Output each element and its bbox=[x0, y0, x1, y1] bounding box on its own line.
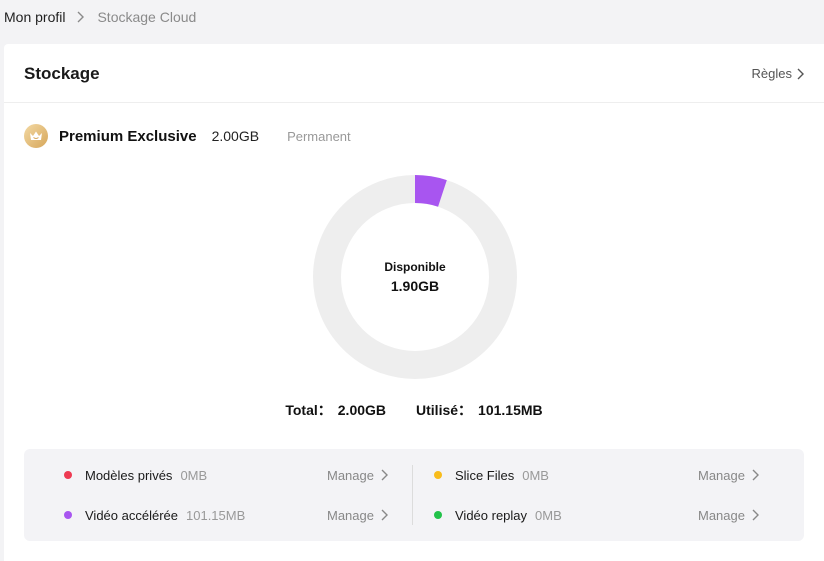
category-size: 0MB bbox=[180, 467, 208, 483]
status-dot bbox=[434, 511, 442, 519]
category-panel: Modèles privés 0MB Manage Vidéo accéléré… bbox=[24, 449, 804, 541]
total-label: Total： bbox=[285, 402, 332, 418]
available-label: Disponible bbox=[384, 260, 446, 274]
chevron-right-icon bbox=[71, 8, 89, 26]
plan-type: Permanent bbox=[287, 128, 351, 144]
manage-label: Manage bbox=[327, 507, 374, 523]
category-name: Vidéo replay bbox=[455, 507, 528, 523]
plan-size: 2.00GB bbox=[211, 128, 260, 144]
panel-divider bbox=[412, 465, 413, 525]
breadcrumb-mon-profil[interactable]: Mon profil bbox=[4, 9, 65, 25]
category-name: Slice Files bbox=[455, 467, 515, 483]
crown-icon bbox=[24, 124, 48, 148]
manage-video-replay-button[interactable]: Manage bbox=[698, 505, 759, 525]
storage-donut-chart: Disponible 1.90GB bbox=[312, 174, 518, 380]
chevron-right-icon bbox=[797, 68, 804, 79]
chevron-right-icon bbox=[381, 469, 388, 481]
chevron-right-icon bbox=[381, 509, 388, 521]
category-size: 101.15MB bbox=[186, 507, 246, 523]
available-value: 1.90GB bbox=[390, 278, 440, 294]
total-value: 2.00GB bbox=[337, 402, 387, 418]
plan-name: Premium Exclusive bbox=[59, 127, 197, 145]
page-title: Stockage bbox=[24, 64, 100, 83]
chevron-right-icon bbox=[752, 469, 759, 481]
status-dot bbox=[64, 471, 72, 479]
manage-label: Manage bbox=[698, 467, 745, 483]
chevron-right-icon bbox=[752, 509, 759, 521]
breadcrumb: Mon profil Stockage Cloud bbox=[4, 8, 196, 26]
manage-label: Manage bbox=[698, 507, 745, 523]
manage-label: Manage bbox=[327, 467, 374, 483]
used-value: 101.15MB bbox=[478, 402, 543, 418]
category-name: Vidéo accélérée bbox=[85, 507, 178, 523]
category-modeles-prives: Modèles privés 0MB bbox=[64, 465, 207, 485]
rules-link[interactable]: Règles bbox=[752, 66, 804, 81]
category-video-acceleree: Vidéo accélérée 101.15MB bbox=[64, 505, 245, 525]
card-header: Stockage Règles bbox=[4, 44, 824, 103]
manage-video-acceleree-button[interactable]: Manage bbox=[327, 505, 388, 525]
status-dot bbox=[64, 511, 72, 519]
category-name: Modèles privés bbox=[85, 467, 173, 483]
breadcrumb-stockage-cloud: Stockage Cloud bbox=[97, 9, 197, 25]
manage-modeles-prives-button[interactable]: Manage bbox=[327, 465, 388, 485]
donut-center: Disponible 1.90GB bbox=[312, 174, 518, 380]
storage-card: Stockage Règles Premium Exclusive 2.00GB… bbox=[4, 44, 824, 561]
category-slice-files: Slice Files 0MB bbox=[434, 465, 549, 485]
status-dot bbox=[434, 471, 442, 479]
used-label: Utilisé： bbox=[416, 402, 473, 418]
category-size: 0MB bbox=[522, 467, 549, 483]
category-size: 0MB bbox=[535, 507, 562, 523]
storage-totals: Total： 2.00GB Utilisé： 101.15MB bbox=[4, 400, 824, 420]
manage-slice-files-button[interactable]: Manage bbox=[698, 465, 759, 485]
plan-row: Premium Exclusive 2.00GB Permanent bbox=[24, 124, 351, 148]
rules-label: Règles bbox=[751, 66, 792, 81]
category-video-replay: Vidéo replay 0MB bbox=[434, 505, 562, 525]
